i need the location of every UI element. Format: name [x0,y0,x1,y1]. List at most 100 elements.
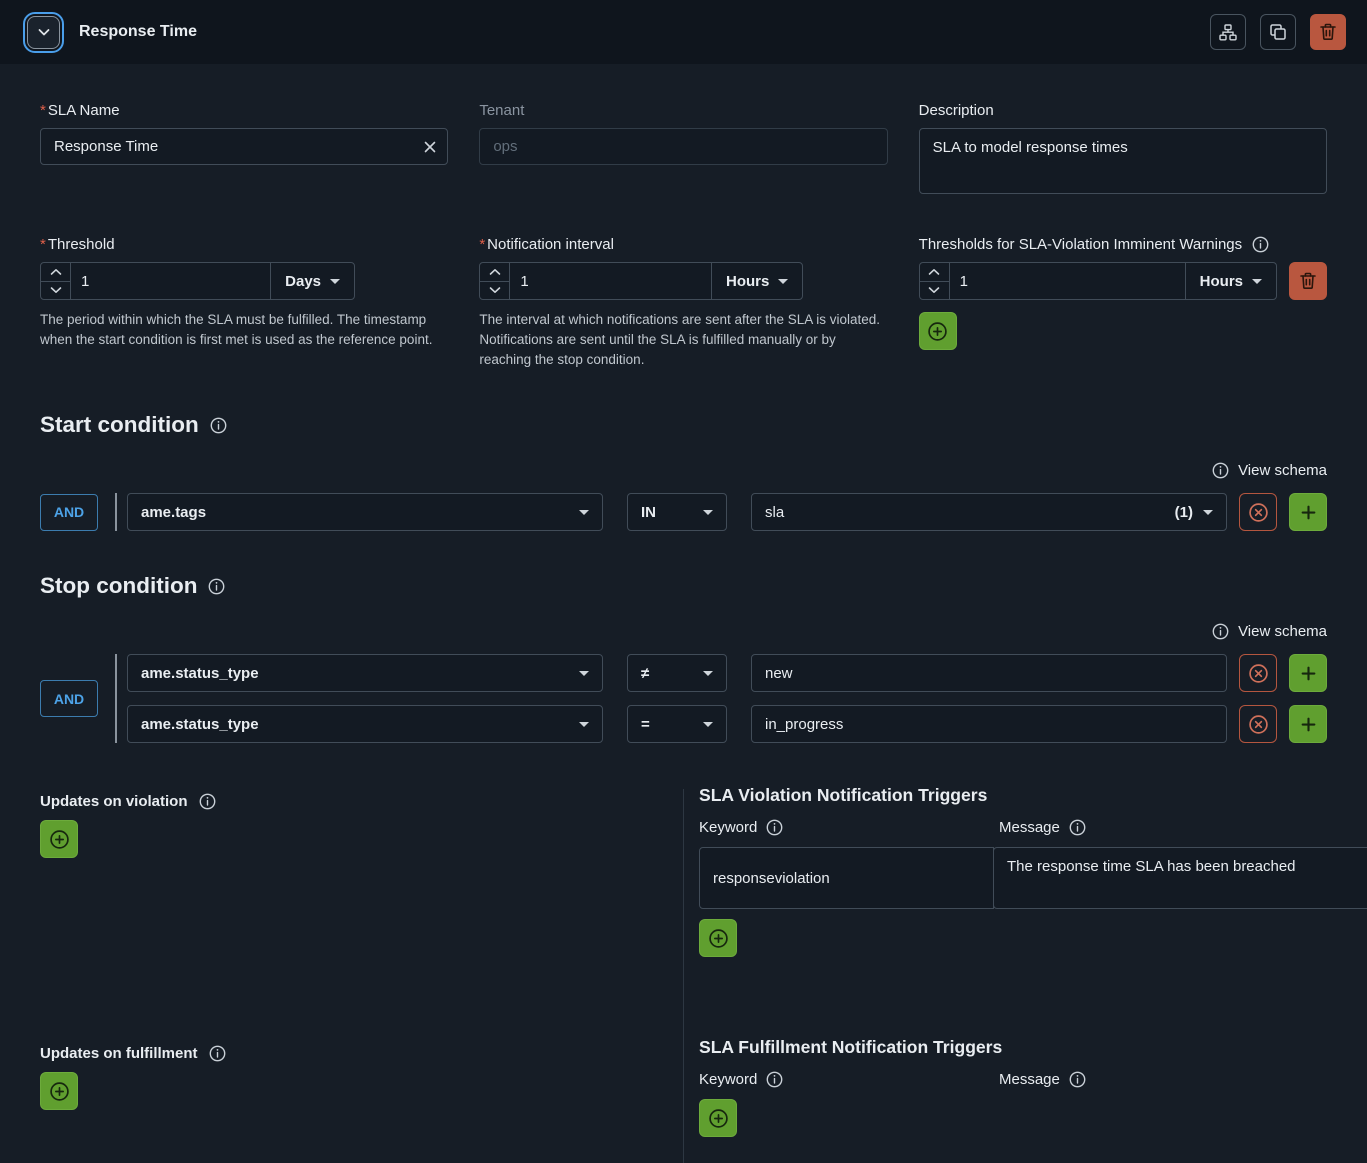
info-icon[interactable] [208,578,225,595]
threshold-value-input[interactable] [71,263,270,299]
updates-on-fulfillment-block: Updates on fulfillment [40,1037,683,1137]
start-condition-rows: ame.tags IN sla (1) [115,493,1327,531]
notification-interval-value-input[interactable] [510,263,711,299]
keyword-column-header: Keyword [699,819,757,836]
stepper-down-button[interactable] [41,281,70,300]
updates-on-violation-title: Updates on violation [40,793,188,810]
imminent-warnings-label: Thresholds for SLA-Violation Imminent Wa… [919,236,1327,253]
threshold-unit-select[interactable]: Days [270,263,354,299]
caret-down-icon [703,722,713,727]
required-asterisk: * [479,236,485,253]
notification-interval-help-text: The interval at which notifications are … [479,310,881,370]
add-fulfillment-trigger-button[interactable] [699,1099,737,1137]
view-schema-link[interactable]: View schema [40,462,1327,479]
info-icon[interactable] [1069,1071,1086,1088]
description-textarea[interactable]: SLA to model response times [919,128,1327,194]
plus-icon [1300,504,1317,521]
identity-row: *SLA Name Tenant Description SLA to mode… [40,102,1327,198]
condition-field-select[interactable]: ame.status_type [127,654,603,692]
keyword-column-header: Keyword [699,1071,757,1088]
add-imminent-warning-button[interactable] [919,312,957,350]
stop-condition-section: Stop condition View schema AND ame.statu… [40,573,1327,743]
stepper-down-button[interactable] [480,281,509,300]
caret-down-icon [330,279,340,284]
collapse-panel-button[interactable] [27,16,60,49]
add-violation-update-button[interactable] [40,820,78,858]
updates-on-violation-block: Updates on violation [40,785,683,957]
updates-on-fulfillment-title: Updates on fulfillment [40,1045,198,1062]
stepper-up-button[interactable] [41,263,70,281]
circle-plus-icon [927,321,948,342]
stepper-down-button[interactable] [920,281,949,300]
thresholds-row: *Threshold Days The period within which … [40,236,1327,370]
trigger-keyword-input[interactable] [699,847,994,909]
add-condition-button[interactable] [1289,654,1327,692]
caret-down-icon [1203,510,1213,515]
stepper-up-button[interactable] [920,263,949,281]
threshold-help-text: The period within which the SLA must be … [40,310,442,350]
duplicate-sla-button[interactable] [1260,14,1296,50]
view-schema-tree-button[interactable] [1210,14,1246,50]
condition-field-select[interactable]: ame.status_type [127,705,603,743]
circle-x-icon [1248,502,1269,523]
remove-condition-button[interactable] [1239,654,1277,692]
schema-tree-icon [1219,24,1237,41]
info-icon[interactable] [210,417,227,434]
imminent-warning-unit-select[interactable]: Hours [1185,263,1276,299]
condition-field-value: ame.status_type [141,716,259,733]
trash-icon [1320,23,1336,41]
condition-value: sla [765,504,784,521]
panel-title: Response Time [79,23,197,41]
message-column-header: Message [999,819,1060,836]
condition-operator-value: IN [641,504,656,521]
start-condition-join-button[interactable]: AND [40,494,98,531]
message-column-header: Message [999,1071,1060,1088]
condition-value-multiselect[interactable]: sla (1) [751,493,1227,531]
remove-condition-button[interactable] [1239,705,1277,743]
add-condition-button[interactable] [1289,705,1327,743]
caret-down-icon [579,510,589,515]
notification-interval-unit-select[interactable]: Hours [711,263,802,299]
caret-down-icon [703,510,713,515]
remove-condition-button[interactable] [1239,493,1277,531]
condition-row: ame.status_type = in_progress [127,705,1327,743]
unit-value: Days [285,273,321,290]
info-icon[interactable] [1252,236,1269,253]
delete-sla-button[interactable] [1310,14,1346,50]
info-icon[interactable] [209,1045,226,1062]
condition-value-input[interactable]: new [751,654,1227,692]
clear-input-icon[interactable] [423,140,437,154]
threshold-label: *Threshold [40,236,448,253]
sla-form: *SLA Name Tenant Description SLA to mode… [0,64,1367,1163]
start-condition-title: Start condition [40,412,199,438]
description-label: Description [919,102,1327,119]
imminent-warning-value-input[interactable] [950,263,1185,299]
info-icon[interactable] [1069,819,1086,836]
info-icon [1212,462,1229,479]
view-schema-label: View schema [1238,623,1327,640]
condition-value-input[interactable]: in_progress [751,705,1227,743]
delete-imminent-warning-button[interactable] [1289,262,1327,300]
condition-value: new [765,665,793,682]
add-fulfillment-update-button[interactable] [40,1072,78,1110]
violation-triggers-block: SLA Violation Notification Triggers Keyw… [683,785,1327,957]
condition-operator-select[interactable]: IN [627,493,727,531]
condition-value: in_progress [765,716,843,733]
info-icon[interactable] [766,1071,783,1088]
imminent-warning-stepper: Hours [919,262,1277,300]
view-schema-link[interactable]: View schema [40,623,1327,640]
trigger-message-textarea[interactable]: The response time SLA has been breached [993,847,1367,909]
violation-triggers-title: SLA Violation Notification Triggers [699,785,1327,806]
condition-operator-select[interactable]: ≠ [627,654,727,692]
info-icon[interactable] [199,793,216,810]
condition-operator-select[interactable]: = [627,705,727,743]
stop-condition-join-button[interactable]: AND [40,680,98,717]
add-condition-button[interactable] [1289,493,1327,531]
condition-field-select[interactable]: ame.tags [127,493,603,531]
sla-name-input[interactable] [40,128,448,165]
add-violation-trigger-button[interactable] [699,919,737,957]
stepper-up-button[interactable] [480,263,509,281]
trash-icon [1300,272,1316,290]
info-icon[interactable] [766,819,783,836]
notifications-area: Updates on violation SLA Violation Notif… [40,785,1327,1163]
